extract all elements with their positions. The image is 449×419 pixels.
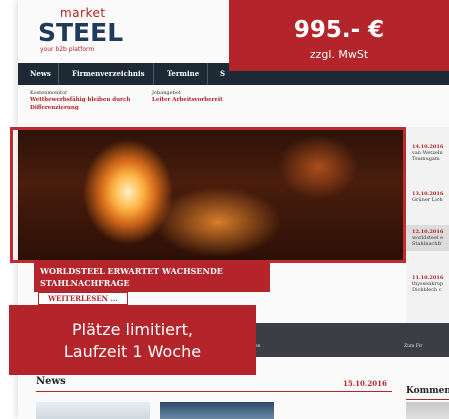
sidebar-news-title-cont: Dickblech c xyxy=(412,287,442,293)
nav-divider xyxy=(153,63,154,85)
sidebar-news-title: Grüner Lich xyxy=(412,197,443,203)
nav-item-news[interactable]: News xyxy=(30,69,51,78)
sidebar-news-item[interactable]: 14.10.2016 van Wetzeln Tsumugam xyxy=(412,144,443,162)
hero-headline-cont: STAHLNACHFRAGE xyxy=(40,278,130,288)
read-more-button[interactable]: WEITERLESEN ... xyxy=(38,292,128,305)
nav-item-more[interactable]: S xyxy=(220,69,225,78)
teaser-headline-cont: Differenzierung xyxy=(30,105,79,111)
sidebar-news-item[interactable]: 13.10.2016 Grüner Lich xyxy=(412,191,443,203)
sidebar-news-item[interactable]: 12.10.2016 worldsteel e Stahlnachfr xyxy=(412,229,443,247)
nav-item-termine[interactable]: Termine xyxy=(167,69,199,78)
news-thumbnail[interactable] xyxy=(160,402,274,419)
sidebar-news-title-cont: Tsumugam xyxy=(412,156,440,162)
limited-slots-badge: Plätze limitiert, Laufzeit 1 Woche xyxy=(9,305,256,375)
nav-divider xyxy=(207,63,208,85)
price-badge: 995.- € zzgl. MwSt xyxy=(229,0,449,71)
hero-highlight-frame xyxy=(10,127,406,263)
teaser-kostenmonitor[interactable]: Kostenmonitor Wettbewerbsfähig bleiben d… xyxy=(30,90,130,112)
logo-tagline: your b2b platform xyxy=(40,46,95,53)
news-thumbnail[interactable] xyxy=(36,402,150,419)
news-section-title: News xyxy=(36,376,66,387)
limited-slots-line2: Laufzeit 1 Woche xyxy=(63,342,202,361)
price-vat-note: zzgl. MwSt xyxy=(309,48,369,61)
teaser-headline: Leiter Arbeitsvorbereit xyxy=(152,97,223,103)
price-amount: 995.- € xyxy=(293,17,385,43)
feature-item-directory[interactable]: Zum Fir xyxy=(404,344,422,349)
sidebar-news-item[interactable]: 11.10.2016 thyssenkrup Dickblech c xyxy=(412,275,443,293)
hero-headline-strip[interactable]: WORLDSTEEL ERWARTET WACHSENDE STAHLNACHF… xyxy=(34,260,270,292)
nav-divider xyxy=(58,63,59,85)
kommentar-section-divider xyxy=(406,399,449,400)
hero-headline: WORLDSTEEL ERWARTET WACHSENDE xyxy=(40,266,223,276)
news-section-divider xyxy=(36,391,392,392)
nav-item-firmenverzeichnis[interactable]: Firmenverzeichnis xyxy=(72,69,145,78)
kommentar-section-title: Komment xyxy=(406,386,449,396)
news-section-date: 15.10.2016 xyxy=(343,379,387,388)
limited-slots-line1: Plätze limitiert, xyxy=(72,320,193,339)
kommentar-thumbnail[interactable] xyxy=(406,402,449,419)
sidebar-news-title-cont: Stahlnachfr xyxy=(412,241,442,247)
logo-steel-text: STEEL xyxy=(38,18,124,47)
teaser-headline: Wettbewerbsfähig bleiben durch xyxy=(30,97,131,103)
teaser-jobangebot[interactable]: Jobangebot Leiter Arbeitsvorbereit xyxy=(152,90,223,104)
